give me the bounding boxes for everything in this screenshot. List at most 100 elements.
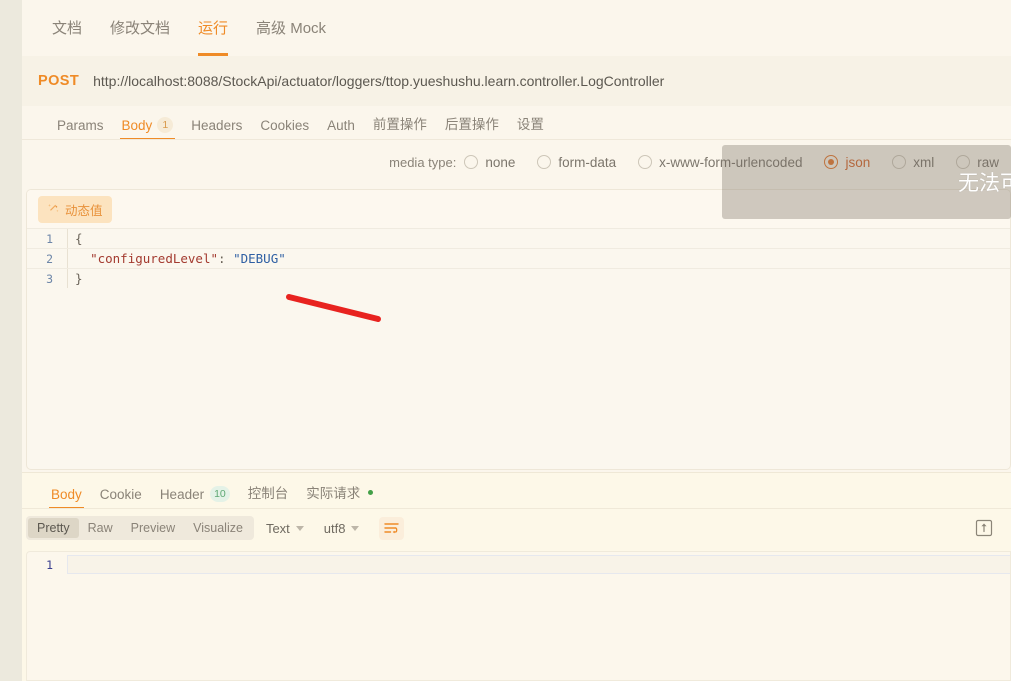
request-tab-auth[interactable]: Auth: [318, 118, 364, 140]
request-tab-auth-label: Auth: [327, 118, 355, 133]
editor-line[interactable]: 3 }: [27, 268, 1010, 288]
request-body-editor[interactable]: 1 { 2 "configuredLevel": "DEBUG" 3 }: [27, 228, 1010, 288]
json-separator: :: [218, 251, 234, 266]
media-type-label: media type:: [389, 154, 457, 170]
request-body-card: 动态值 1 { 2 "configuredLevel": "DEBUG" 3 }: [26, 189, 1011, 470]
response-tabs-bar: Body Cookie Header 10 控制台 实际请求: [22, 473, 1011, 509]
view-mode-visualize-label: Visualize: [193, 521, 243, 535]
response-tab-body[interactable]: Body: [42, 487, 91, 509]
response-tab-actual-request-label: 实际请求: [306, 486, 361, 501]
response-view-mode-group: Pretty Raw Preview Visualize: [26, 516, 254, 540]
media-type-option-none[interactable]: none: [464, 155, 515, 170]
request-tab-headers-label: Headers: [191, 118, 243, 133]
json-key: "configuredLevel": [90, 251, 218, 266]
view-mode-raw[interactable]: Raw: [79, 518, 122, 538]
response-tab-console-label: 控制台: [247, 486, 289, 501]
radio-icon: [638, 155, 653, 169]
response-tab-header-label: Header: [159, 486, 205, 502]
response-section: Body Cookie Header 10 控制台 实际请求 Pretty Ra…: [22, 472, 1011, 681]
request-tab-settings-label: 设置: [516, 117, 544, 132]
view-mode-visualize[interactable]: Visualize: [184, 518, 252, 538]
json-value: "DEBUG": [233, 251, 286, 266]
media-type-option-form-data[interactable]: form-data: [537, 155, 616, 170]
magic-wand-icon: [48, 203, 59, 212]
url-bar[interactable]: POST http://localhost:8088/StockApi/actu…: [22, 56, 1011, 106]
line-number: 1: [46, 557, 53, 572]
radio-icon: [464, 155, 479, 169]
media-type-option-form-data-label: form-data: [558, 154, 617, 170]
response-body-editor[interactable]: 1: [26, 551, 1011, 681]
dynamic-value-label: 动态值: [65, 203, 103, 218]
tab-edit-doc-label: 修改文档: [110, 20, 171, 37]
status-dot-icon: [368, 489, 374, 495]
response-encoding-dropdown[interactable]: utf8: [324, 521, 360, 536]
response-tab-header[interactable]: Header 10: [151, 486, 239, 509]
editor-line[interactable]: 1: [27, 555, 1010, 574]
request-tab-body-label: Body: [121, 117, 153, 133]
view-mode-pretty[interactable]: Pretty: [28, 518, 79, 538]
response-tabs-list: Body Cookie Header 10 控制台 实际请求: [22, 473, 1011, 509]
request-tab-headers[interactable]: Headers: [182, 118, 251, 140]
editor-line[interactable]: 1 {: [27, 228, 1010, 248]
request-tabs-divider: [22, 139, 1011, 140]
request-tab-body[interactable]: Body 1: [113, 117, 183, 140]
line-number: 3: [46, 271, 53, 286]
tab-run-label: 运行: [198, 20, 229, 37]
line-number: 2: [46, 251, 53, 266]
expand-response-button[interactable]: [975, 519, 993, 537]
tab-doc-label: 文档: [52, 20, 83, 37]
tab-edit-doc[interactable]: 修改文档: [96, 0, 184, 56]
request-tabs-bar: Params Body 1 Headers Cookies Auth 前置操作 …: [22, 106, 1011, 140]
request-tab-post-script[interactable]: 后置操作: [436, 113, 508, 140]
overlay-message: 无法可: [958, 172, 1011, 195]
tab-advanced-mock[interactable]: 高级 Mock: [242, 0, 340, 56]
response-toolbar: Pretty Raw Preview Visualize Text utf8: [22, 509, 1011, 547]
wrap-text-button[interactable]: [379, 516, 405, 540]
request-tab-cookies-label: Cookies: [260, 118, 310, 133]
view-mode-preview-label: Preview: [130, 521, 176, 535]
request-tab-post-script-label: 后置操作: [444, 117, 499, 132]
line-number: 1: [46, 231, 53, 246]
expand-panel-icon: [975, 519, 993, 537]
request-tab-pre-script-label: 前置操作: [372, 117, 427, 132]
radio-icon: [537, 155, 552, 169]
response-tab-actual-request[interactable]: 实际请求: [297, 482, 382, 509]
view-mode-pretty-label: Pretty: [37, 521, 70, 535]
request-tab-params-label: Params: [57, 118, 104, 133]
response-encoding-value: utf8: [323, 520, 346, 536]
line-content: {: [67, 229, 1010, 248]
response-tab-cookie[interactable]: Cookie: [91, 487, 151, 509]
request-tab-settings[interactable]: 设置: [508, 113, 553, 140]
main-panel: 文档 修改文档 运行 高级 Mock POST http://localhost…: [22, 0, 1011, 681]
chevron-down-icon: [295, 525, 304, 531]
media-type-option-none-label: none: [485, 154, 516, 170]
request-tabs-list: Params Body 1 Headers Cookies Auth 前置操作 …: [22, 106, 1011, 140]
tab-run[interactable]: 运行: [184, 0, 242, 56]
response-tab-header-badge: 10: [210, 486, 230, 502]
dynamic-value-button[interactable]: 动态值: [38, 195, 112, 223]
doc-tabs-list: 文档 修改文档 运行 高级 Mock: [22, 0, 1011, 56]
response-tab-console[interactable]: 控制台: [239, 482, 298, 509]
request-tab-pre-script[interactable]: 前置操作: [364, 113, 436, 140]
apifox-request-runner: 文档 修改文档 运行 高级 Mock POST http://localhost…: [0, 0, 1011, 681]
tab-doc[interactable]: 文档: [38, 0, 96, 56]
request-tab-body-badge: 1: [157, 117, 174, 133]
request-tab-cookies[interactable]: Cookies: [251, 118, 318, 140]
doc-tabs-bar: 文档 修改文档 运行 高级 Mock: [22, 0, 1011, 57]
line-content: "configuredLevel": "DEBUG": [67, 249, 1010, 268]
request-url-input[interactable]: http://localhost:8088/StockApi/actuator/…: [93, 73, 664, 89]
line-content: }: [67, 269, 1010, 288]
wrap-text-icon: [384, 522, 400, 533]
response-format-value: Text: [265, 520, 290, 536]
response-tab-body-label: Body: [51, 487, 82, 502]
http-method-label: POST: [38, 73, 80, 89]
response-format-dropdown[interactable]: Text: [266, 521, 304, 536]
tab-advanced-mock-label: 高级 Mock: [256, 20, 327, 37]
chevron-down-icon: [351, 525, 360, 531]
view-mode-raw-label: Raw: [87, 521, 113, 535]
editor-line[interactable]: 2 "configuredLevel": "DEBUG": [27, 248, 1010, 268]
request-tab-params[interactable]: Params: [48, 118, 113, 140]
view-mode-preview[interactable]: Preview: [122, 518, 184, 538]
line-content: [67, 555, 1010, 574]
response-tab-cookie-label: Cookie: [99, 487, 142, 502]
